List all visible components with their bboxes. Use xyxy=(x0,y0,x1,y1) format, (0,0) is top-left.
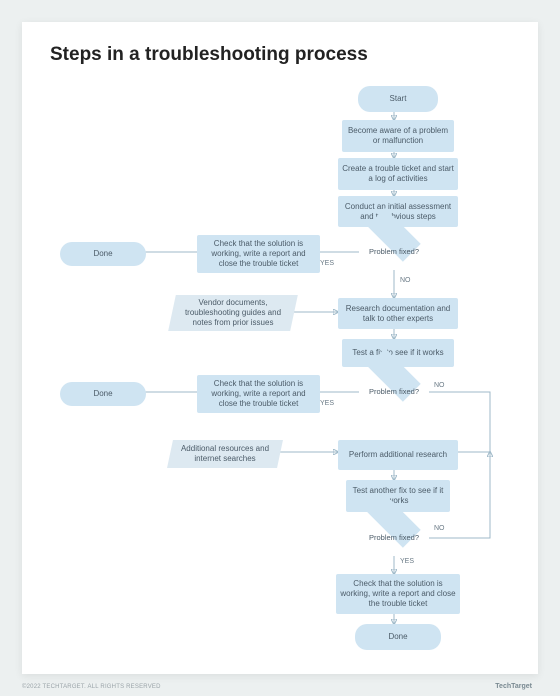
terminal-done-3: Done xyxy=(355,624,441,650)
input-additional-resources: Additional resources and internet search… xyxy=(167,440,283,468)
process-become-aware: Become aware of a problem or malfunction xyxy=(342,120,454,152)
process-check-solution-1: Check that the solution is working, writ… xyxy=(197,235,320,273)
decision-fixed-3: Problem fixed? xyxy=(359,520,429,556)
footer-brand: TechTarget xyxy=(495,683,532,690)
process-create-ticket: Create a trouble ticket and start a log … xyxy=(338,158,458,190)
process-additional-research: Perform additional research xyxy=(338,440,458,470)
branch-no-1: NO xyxy=(400,277,411,284)
footer-copyright: ©2022 TECHTARGET. ALL RIGHTS RESERVED xyxy=(22,684,161,690)
terminal-done-1: Done xyxy=(60,242,146,266)
branch-yes-3: YES xyxy=(400,558,414,565)
page-title: Steps in a troubleshooting process xyxy=(50,44,368,66)
terminal-done-2: Done xyxy=(60,382,146,406)
branch-no-3: NO xyxy=(434,525,445,532)
input-vendor-docs: Vendor documents, troubleshooting guides… xyxy=(168,295,298,331)
branch-yes-2: YES xyxy=(320,400,334,407)
process-check-solution-3: Check that the solution is working, writ… xyxy=(336,574,460,614)
diagram-card: Steps in a troubleshooting process xyxy=(22,22,538,674)
diagram-canvas: Steps in a troubleshooting process xyxy=(0,0,560,696)
process-check-solution-2: Check that the solution is working, writ… xyxy=(197,375,320,413)
decision-fixed-2: Problem fixed? xyxy=(359,374,429,410)
terminal-start: Start xyxy=(358,86,438,112)
decision-fixed-1: Problem fixed? xyxy=(359,234,429,270)
branch-yes-1: YES xyxy=(320,260,334,267)
branch-no-2: NO xyxy=(434,382,445,389)
flow-connectors xyxy=(22,22,538,674)
process-research-docs: Research documentation and talk to other… xyxy=(338,298,458,329)
